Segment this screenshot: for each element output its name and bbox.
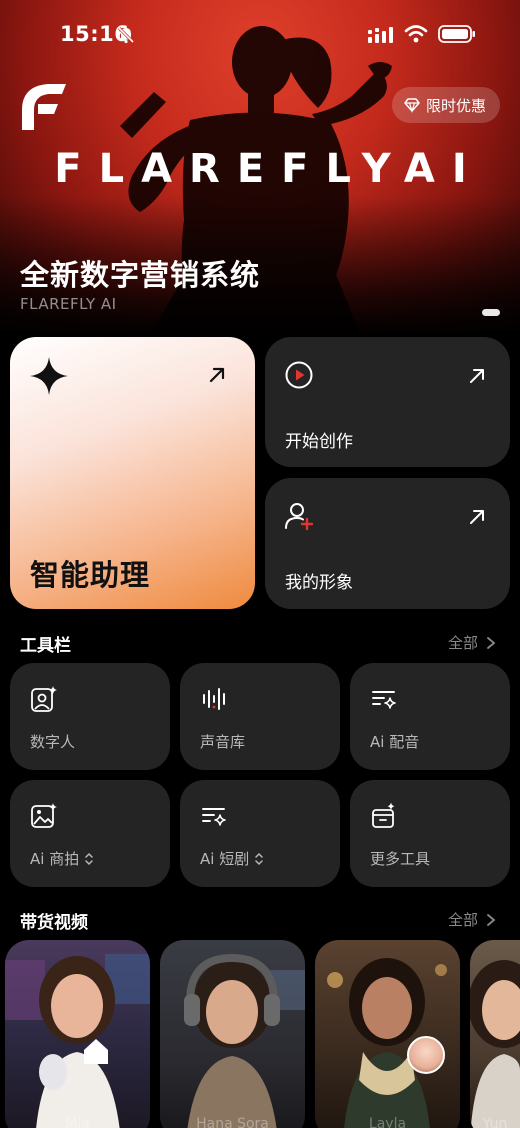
video-creator-name: Hana Sora	[196, 1116, 269, 1128]
toolbar-see-all-link[interactable]: 全部	[448, 632, 496, 653]
chevron-right-icon	[487, 636, 496, 649]
video-thumbnail	[470, 960, 520, 1128]
wifi-icon	[404, 25, 428, 43]
promo-button[interactable]: 限时优惠	[392, 87, 500, 123]
brand-logo-icon	[22, 84, 66, 130]
promo-label: 限时优惠	[426, 96, 487, 115]
home-icon	[84, 1039, 108, 1064]
image-sparkle-icon	[31, 803, 57, 828]
videos-see-all-link[interactable]: 全部	[448, 909, 496, 930]
video-thumbnail	[5, 954, 150, 1128]
cellular-signal-icon	[368, 27, 393, 43]
tool-ai-short-drama[interactable]: Ai 短剧	[180, 780, 340, 887]
start-create-label: 开始创作	[285, 432, 353, 452]
chevron-right-icon	[487, 913, 496, 926]
tool-ai-dubbing[interactable]: Ai 配音	[350, 663, 510, 770]
my-avatar-card[interactable]: 我的形象	[265, 478, 510, 609]
chevron-updown-icon	[255, 852, 263, 865]
toolbar-title: 工具栏	[20, 636, 71, 656]
sparkle-icon	[30, 357, 68, 395]
video-creator-name: Mia	[65, 1116, 90, 1128]
hero-subtitle: FLAREFLY AI	[20, 295, 117, 313]
tool-ai-short-drama-label: Ai 短剧	[200, 850, 250, 868]
battery-icon	[438, 25, 475, 43]
audio-wave-icon	[203, 688, 225, 710]
arrow-up-right-icon	[209, 367, 225, 383]
tool-more-tools[interactable]: 更多工具	[350, 780, 510, 887]
tool-digital-human-label: 数字人	[30, 733, 76, 751]
tool-ai-product-shoot[interactable]: Ai 商拍	[10, 780, 170, 887]
play-circle-icon	[285, 361, 313, 389]
tool-ai-dubbing-label: Ai 配音	[370, 733, 420, 751]
hero-banner[interactable]: 15:16 限时优惠 FLAREFLYAI 全新数字营销系统 FLAREFLY …	[0, 0, 520, 336]
assistant-label: 智能助理	[30, 558, 151, 592]
carousel-indicator[interactable]	[482, 309, 500, 316]
start-create-card[interactable]: 开始创作	[265, 337, 510, 467]
videos-title: 带货视频	[20, 913, 88, 933]
box-sparkle-icon	[372, 802, 395, 828]
tool-voice-library[interactable]: 声音库	[180, 663, 340, 770]
video-thumbnail	[327, 958, 447, 1128]
bell-muted-icon	[117, 26, 135, 44]
my-avatar-label: 我的形象	[285, 573, 353, 593]
hero-wordmark: FLAREFLYAI	[54, 146, 484, 192]
video-creator-name: Yun	[482, 1116, 508, 1128]
videos-see-all-label: 全部	[447, 911, 478, 929]
video-card[interactable]: Layla	[315, 940, 460, 1128]
arrow-up-right-icon	[470, 510, 484, 524]
tool-ai-product-shoot-label: Ai 商拍	[30, 850, 80, 868]
chevron-updown-icon	[85, 852, 93, 865]
status-bar: 15:16	[0, 0, 520, 72]
video-thumbnail	[184, 953, 305, 1128]
list-sparkle-icon	[202, 808, 226, 826]
arrow-up-right-icon	[470, 369, 484, 383]
tool-digital-human[interactable]: 数字人	[10, 663, 170, 770]
hero-title: 全新数字营销系统	[20, 258, 261, 292]
video-card[interactable]: Hana Sora	[160, 940, 305, 1128]
portrait-sparkle-icon	[31, 686, 57, 712]
user-add-icon	[285, 503, 314, 531]
tool-more-tools-label: 更多工具	[370, 850, 431, 868]
tool-voice-library-label: 声音库	[200, 733, 246, 751]
toolbar-see-all-label: 全部	[447, 634, 478, 652]
video-card[interactable]: Mia	[5, 940, 150, 1128]
video-creator-name: Layla	[368, 1116, 407, 1128]
creator-avatar[interactable]	[407, 1036, 445, 1074]
diamond-icon	[404, 98, 420, 113]
video-card[interactable]: Yun	[470, 940, 520, 1128]
list-sparkle-icon	[372, 691, 396, 709]
